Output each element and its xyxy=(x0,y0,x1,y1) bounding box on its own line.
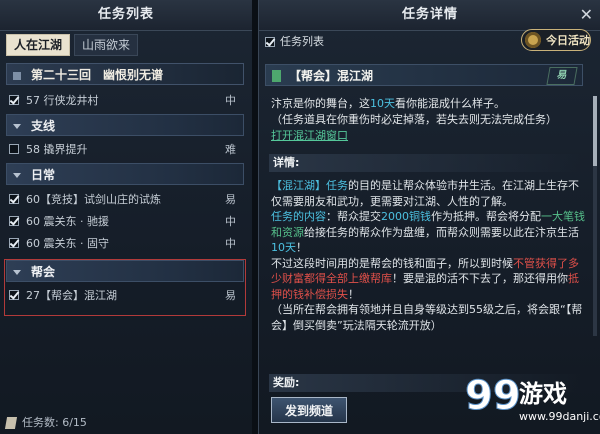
quest-row-selected[interactable]: 27【帮会】混江湖 易 xyxy=(6,286,244,306)
watermark-url: www.99danji.com xyxy=(519,410,600,423)
quest-name: 60 震关东 · 固守 xyxy=(26,237,109,250)
chapter-header[interactable]: 第二十三回 幽恨别无谱 xyxy=(6,63,244,85)
quest-difficulty: 易 xyxy=(225,193,236,206)
chapter-marker-icon xyxy=(13,71,21,80)
quest-difficulty: 中 xyxy=(225,94,236,107)
quest-difficulty: 中 xyxy=(225,237,236,250)
close-icon[interactable]: ✕ xyxy=(580,5,593,25)
intro-note: （任务道具在你重伤时必定掉落，若失去则无法完成任务） xyxy=(271,113,557,126)
chevron-down-icon xyxy=(13,124,21,129)
detail-text: ！ xyxy=(348,287,359,301)
detail-footnote: （当所在帮会拥有领地并且自身等级达到55级之后，将会跟“【帮会】倒买倒卖”玩法隔… xyxy=(271,303,583,332)
send-to-channel-button[interactable]: 发到频道 xyxy=(271,397,347,423)
tab-shanyu[interactable]: 山雨欲来 xyxy=(74,34,139,56)
detail-money: 2000铜钱 xyxy=(381,210,431,223)
quest-details-text: 【混江湖】任务的目的是让帮众体验市井生活。在江湖上生存不仅需要朋友和武功，更需要… xyxy=(271,178,585,333)
quest-name: 60 震关东 · 驰援 xyxy=(26,215,109,228)
detail-text: 给接任务的帮众作为盘缠，而帮众则需要以此在汴京生活 xyxy=(304,225,579,239)
intro-days: 10天 xyxy=(370,97,395,110)
today-activity-label: 今日活动 xyxy=(546,34,590,47)
quest-row[interactable]: 60 震关东 · 固守 中 xyxy=(6,234,244,254)
track-checkbox[interactable] xyxy=(9,216,19,226)
quest-detail-panel: 任务详情 ✕ 任务列表 今日活动 【帮会】混江湖 易 汴京是你的舞台，这10天看… xyxy=(258,0,600,434)
chevron-down-icon xyxy=(13,270,21,275)
category-label: 支线 xyxy=(31,119,56,133)
detail-days: 10天 xyxy=(271,241,296,254)
quest-intro: 汴京是你的舞台，这10天看你能混成什么样子。 （任务道具在你重伤时必定掉落，若失… xyxy=(271,96,583,144)
detail-text: ！要是混的活不下去了，那还得用你 xyxy=(392,272,568,285)
track-checkbox[interactable] xyxy=(9,194,19,204)
quest-row[interactable]: 58 撬界提升 难 xyxy=(6,140,244,160)
detail-content-label: 任务的内容 xyxy=(271,210,326,223)
quest-list-title: 任务列表 xyxy=(0,0,252,31)
detail-text: ！ xyxy=(296,241,307,254)
quest-name: 58 撬界提升 xyxy=(26,143,88,156)
category-zhixian[interactable]: 支线 xyxy=(6,114,244,136)
category-label: 帮会 xyxy=(31,265,56,279)
chevron-down-icon xyxy=(13,173,21,178)
category-label: 日常 xyxy=(31,168,56,182)
detail-text: 作为抵押。帮会将分配 xyxy=(431,210,541,223)
intro-text-2: 看你能混成什么样子。 xyxy=(395,97,505,110)
details-header: 详情: xyxy=(269,154,581,172)
tab-jianghu[interactable]: 人在江湖 xyxy=(6,34,71,56)
difficulty-badge: 易 xyxy=(546,67,578,85)
today-activity-button[interactable]: 今日活动 xyxy=(521,29,591,51)
quest-name: 57 行侠龙井村 xyxy=(26,94,99,107)
coin-icon xyxy=(525,32,541,48)
chapter-title: 第二十三回 幽恨别无谱 xyxy=(31,68,164,82)
flag-icon xyxy=(272,70,281,82)
detail-text: ：帮众提交 xyxy=(326,210,381,223)
track-checkbox[interactable] xyxy=(9,95,19,105)
intro-text-1: 汴京是你的舞台，这 xyxy=(271,97,370,110)
track-checkbox[interactable] xyxy=(9,290,19,300)
quest-row[interactable]: 57 行侠龙井村 中 xyxy=(6,91,244,111)
show-list-checkbox[interactable] xyxy=(265,37,275,47)
scroll-icon xyxy=(4,417,18,429)
category-banghui[interactable]: 帮会 xyxy=(6,260,244,282)
quest-title-bar: 【帮会】混江湖 易 xyxy=(265,64,583,86)
watermark-name: 游戏 xyxy=(519,380,567,408)
show-list-label: 任务列表 xyxy=(280,35,324,48)
detail-text: 不过这段时间用的是帮会的钱和面子，所以到时候 xyxy=(271,256,513,270)
track-checkbox[interactable] xyxy=(9,144,19,154)
detail-quest-name: 【混江湖】任务 xyxy=(271,179,348,192)
quest-count-footer: 任务数: 6/15 xyxy=(0,412,252,434)
watermark-logo: 99 游戏 www.99danji.com xyxy=(465,373,600,430)
quest-detail-title: 任务详情 xyxy=(259,0,600,31)
quest-name: 60【竞技】试剑山庄的试炼 xyxy=(26,193,161,206)
category-richang[interactable]: 日常 xyxy=(6,163,244,185)
track-checkbox[interactable] xyxy=(9,238,19,248)
watermark-number: 99 xyxy=(465,373,522,419)
quest-difficulty: 难 xyxy=(225,143,236,156)
quest-row[interactable]: 60 震关东 · 驰援 中 xyxy=(6,212,244,232)
quest-difficulty: 易 xyxy=(225,289,236,302)
quest-tabs: 人在江湖 山雨欲来 xyxy=(6,34,142,56)
quest-count: 任务数: 6/15 xyxy=(22,416,87,429)
scrollbar-thumb[interactable] xyxy=(593,96,597,166)
details-scrollbar[interactable] xyxy=(593,96,597,336)
quest-title: 【帮会】混江湖 xyxy=(289,69,374,83)
quest-list-panel: 任务列表 人在江湖 山雨欲来 第二十三回 幽恨别无谱 57 行侠龙井村 中 支线… xyxy=(0,0,253,434)
quest-name: 27【帮会】混江湖 xyxy=(26,289,117,302)
quest-row[interactable]: 60【竞技】试剑山庄的试炼 易 xyxy=(6,190,244,210)
quest-difficulty: 中 xyxy=(225,215,236,228)
open-window-link[interactable]: 打开混江湖窗口 xyxy=(271,128,583,144)
